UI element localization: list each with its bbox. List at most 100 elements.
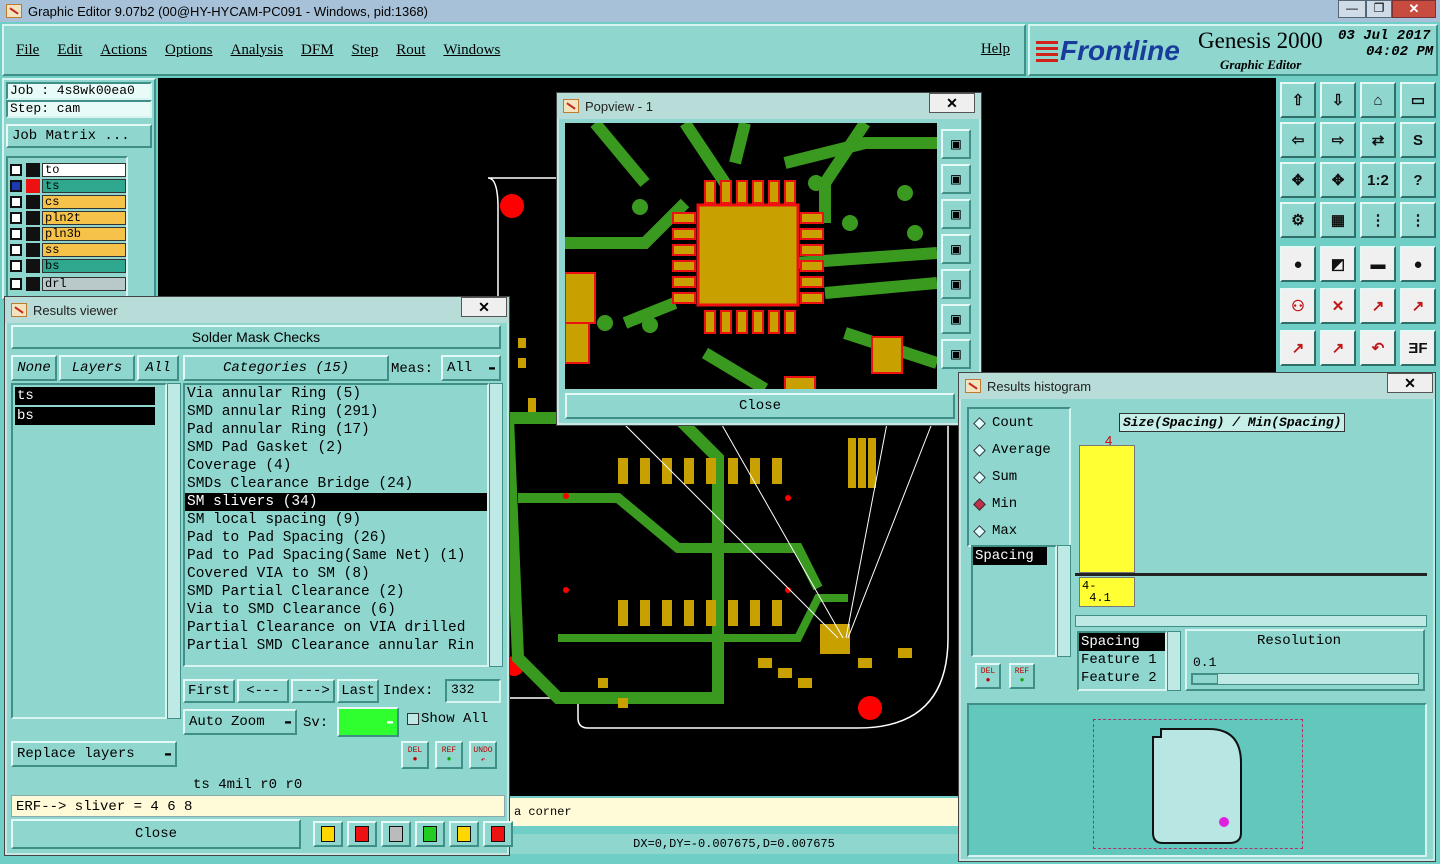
- flag-tool-icon[interactable]: [347, 821, 377, 847]
- fit-icon[interactable]: ✥: [1280, 162, 1316, 198]
- rotate-icon[interactable]: ↗: [1400, 288, 1436, 324]
- menu-edit[interactable]: Edit: [57, 42, 82, 59]
- layer-list-scrollbar[interactable]: [167, 383, 181, 719]
- select-icon[interactable]: ●: [1280, 246, 1316, 282]
- results-viewer-close-x[interactable]: ✕: [461, 297, 507, 317]
- histogram-tool-icon[interactable]: [483, 821, 513, 847]
- help-icon[interactable]: ?: [1400, 162, 1436, 198]
- all-button[interactable]: All: [137, 355, 179, 381]
- circle-icon[interactable]: ●: [1400, 246, 1436, 282]
- snap-down-icon[interactable]: ⇩: [1320, 82, 1356, 118]
- mode-sum[interactable]: Sum: [973, 469, 1017, 485]
- layer-row[interactable]: bs: [10, 258, 126, 273]
- slider-thumb[interactable]: [1192, 674, 1218, 684]
- menu-options[interactable]: Options: [165, 42, 213, 59]
- category-item[interactable]: SMD Partial Clearance (2): [185, 583, 487, 601]
- index-input[interactable]: 332: [445, 679, 501, 703]
- categories-button[interactable]: Categories (15): [183, 355, 389, 381]
- layer-color-swatch[interactable]: [26, 194, 40, 209]
- layer-color-swatch[interactable]: [26, 242, 40, 257]
- layer-color-swatch[interactable]: [26, 210, 40, 225]
- category-item[interactable]: SMD annular Ring (291): [185, 403, 487, 421]
- popview-close-button[interactable]: Close: [565, 393, 955, 419]
- next-button[interactable]: --->: [291, 679, 335, 703]
- grid-icon[interactable]: ▦: [1320, 202, 1356, 238]
- snap-up-icon[interactable]: ⇧: [1280, 82, 1316, 118]
- category-item[interactable]: Pad to Pad Spacing(Same Net) (1): [185, 547, 487, 565]
- layer-row[interactable]: pln3b: [10, 226, 126, 241]
- category-list[interactable]: Via annular Ring (5) SMD annular Ring (29…: [183, 383, 489, 667]
- category-item[interactable]: Pad annular Ring (17): [185, 421, 487, 439]
- layer-result-list[interactable]: ts bs: [11, 383, 167, 719]
- pan-right-icon[interactable]: ▣: [941, 269, 971, 299]
- layer-row[interactable]: ts: [10, 178, 126, 193]
- mirror-icon[interactable]: ƎF: [1400, 330, 1436, 366]
- help-menu[interactable]: Help: [981, 41, 1010, 58]
- category-item[interactable]: Via to SMD Clearance (6): [185, 601, 487, 619]
- menu-analysis[interactable]: Analysis: [231, 42, 284, 59]
- zoom-up-icon[interactable]: ▣: [941, 164, 971, 194]
- results-viewer-close-button[interactable]: Close: [11, 819, 301, 849]
- sv-color-dropdown[interactable]: ▬: [337, 707, 399, 737]
- minimize-button[interactable]: —: [1338, 0, 1366, 18]
- category-item[interactable]: Partial SMD Clearance annular Rin: [185, 637, 487, 655]
- layer-color-swatch[interactable]: [26, 258, 40, 273]
- layer-checkbox[interactable]: [10, 277, 22, 290]
- layer-checkbox[interactable]: [10, 179, 22, 192]
- category-item[interactable]: SM slivers (34): [185, 493, 487, 511]
- radio-diamond-icon[interactable]: [973, 497, 986, 511]
- popview-canvas[interactable]: [565, 123, 937, 389]
- cross-icon[interactable]: ✕: [1320, 288, 1356, 324]
- path-icon[interactable]: S: [1400, 122, 1436, 158]
- fit-board-icon[interactable]: ▣: [941, 339, 971, 369]
- category-list-scrollbar[interactable]: [489, 383, 503, 667]
- show-all-checkbox[interactable]: [407, 713, 419, 725]
- ruler-icon[interactable]: ▬: [1360, 246, 1396, 282]
- category-item[interactable]: Pad to Pad Spacing (26): [185, 529, 487, 547]
- menu-file[interactable]: File: [16, 42, 39, 59]
- swap-icon[interactable]: ⇄: [1360, 122, 1396, 158]
- resolution-slider[interactable]: [1191, 673, 1419, 685]
- prev-button[interactable]: <---: [237, 679, 289, 703]
- measure-list[interactable]: Spacing: [971, 545, 1057, 657]
- zoom-down-icon[interactable]: ▣: [941, 199, 971, 229]
- close-window-button[interactable]: ✕: [1392, 0, 1436, 18]
- feature-item[interactable]: Feature 1: [1079, 651, 1165, 669]
- maximize-button[interactable]: ❐: [1366, 0, 1392, 18]
- del-button[interactable]: DEL ●: [401, 741, 429, 769]
- fit-all-icon[interactable]: ▣: [941, 304, 971, 334]
- layer-checkbox[interactable]: [10, 227, 22, 240]
- feature-item[interactable]: Feature 2: [1079, 669, 1165, 687]
- layer-color-swatch[interactable]: [26, 178, 40, 193]
- layer-row[interactable]: pln2t: [10, 210, 126, 225]
- ref-button[interactable]: REF ●: [435, 741, 463, 769]
- layers-icon[interactable]: ⋮: [1360, 202, 1396, 238]
- layer-checkbox[interactable]: [10, 243, 22, 256]
- mode-average[interactable]: Average: [973, 442, 1051, 458]
- scale-icon[interactable]: 1:2: [1360, 162, 1396, 198]
- feature-list[interactable]: Spacing Feature 1 Feature 2: [1077, 631, 1167, 691]
- route-icon[interactable]: ◩: [1320, 246, 1356, 282]
- layer-row[interactable]: to: [10, 162, 126, 177]
- layer-color-swatch[interactable]: [26, 226, 40, 241]
- layer-checkbox[interactable]: [10, 195, 22, 208]
- line-red-icon[interactable]: ↗: [1320, 330, 1356, 366]
- histogram-close-x[interactable]: ✕: [1387, 373, 1433, 393]
- layer-checkbox[interactable]: [10, 259, 22, 272]
- none-button[interactable]: None: [11, 355, 57, 381]
- first-button[interactable]: First: [183, 679, 235, 703]
- hist-ref-button[interactable]: REF ●: [1009, 663, 1035, 689]
- chart-scrollbar[interactable]: [1075, 615, 1427, 627]
- connect-icon[interactable]: ⚇: [1280, 288, 1316, 324]
- category-item[interactable]: Via annular Ring (5): [185, 385, 487, 403]
- category-item[interactable]: Coverage (4): [185, 457, 487, 475]
- notes-tool-icon[interactable]: [449, 821, 479, 847]
- category-item[interactable]: SM local spacing (9): [185, 511, 487, 529]
- menu-actions[interactable]: Actions: [100, 42, 147, 59]
- measure-scrollbar[interactable]: [1057, 545, 1071, 657]
- layer-color-swatch[interactable]: [26, 276, 40, 291]
- measure-item[interactable]: Spacing: [973, 547, 1047, 565]
- menu-windows[interactable]: Windows: [443, 42, 500, 59]
- layer-checkbox[interactable]: [10, 163, 22, 176]
- radio-diamond-icon[interactable]: [973, 524, 986, 538]
